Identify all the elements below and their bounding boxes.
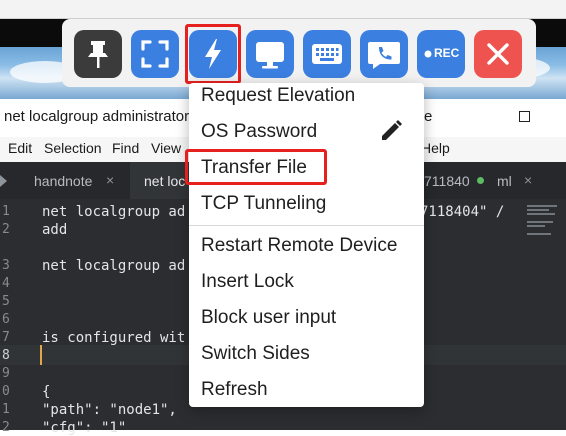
menu-edit[interactable]: Edit [8, 140, 32, 156]
text-cursor [40, 345, 42, 365]
display-button[interactable] [246, 30, 294, 78]
tab-net-localgroup[interactable]: net loc [144, 173, 185, 189]
menu-item-restart-remote-device[interactable]: Restart Remote Device [201, 235, 397, 257]
line-number: 3 [2, 258, 10, 273]
menu-item-insert-lock[interactable]: Insert Lock [201, 271, 294, 293]
window-title-tail: e [424, 108, 433, 125]
window-title: net localgroup administrators [4, 108, 197, 125]
maximize-icon[interactable] [519, 111, 530, 122]
browser-top-strip [0, 0, 566, 19]
phone-chat-icon [368, 42, 400, 69]
fullscreen-button[interactable] [131, 30, 179, 78]
code-line: "path": "node1", [42, 402, 177, 418]
line-number: 1 [2, 204, 10, 219]
close-session-button[interactable] [474, 30, 522, 78]
line-number: 4 [2, 276, 10, 291]
highlight-box [185, 24, 241, 84]
fullscreen-icon [141, 40, 169, 68]
call-button[interactable] [360, 30, 408, 78]
menu-item-os-password[interactable]: OS Password [201, 121, 317, 143]
code-line-tail: 7118404" / [420, 204, 505, 220]
tab-close-icon[interactable]: × [524, 172, 532, 188]
code-line: "cfg": "1" [42, 420, 127, 436]
code-line: net localgroup ad [42, 204, 186, 220]
keyboard-icon [312, 44, 342, 64]
tab-close-icon[interactable]: × [106, 172, 114, 188]
menu-find[interactable]: Find [112, 140, 139, 156]
code-line: { [42, 384, 51, 400]
menu-item-tcp-tunneling[interactable]: TCP Tunneling [201, 193, 326, 215]
pin-icon [88, 41, 108, 68]
line-number: 9 [2, 366, 10, 381]
unsaved-dot-icon [477, 177, 484, 184]
record-label: REC [434, 46, 460, 60]
line-number: 5 [2, 294, 10, 309]
menu-item-refresh[interactable]: Refresh [201, 379, 268, 401]
line-number: 1 [2, 402, 10, 417]
line-number: 8 [2, 348, 10, 363]
menu-selection[interactable]: Selection [44, 140, 102, 156]
line-number: 2 [2, 222, 10, 237]
line-number: 2 [2, 420, 10, 435]
menu-item-block-user-input[interactable]: Block user input [201, 307, 336, 329]
tab-handnote[interactable]: handnote [34, 173, 92, 189]
menu-divider [189, 225, 424, 226]
menu-help[interactable]: Help [421, 140, 450, 156]
record-button[interactable]: REC [417, 30, 465, 78]
code-line: add [42, 222, 68, 238]
close-icon [487, 43, 509, 65]
menu-item-request-elevation[interactable]: Request Elevation [201, 85, 355, 107]
code-line: is configured wit [42, 330, 186, 346]
highlight-box [185, 149, 327, 185]
line-number: 0 [2, 384, 10, 399]
code-line: net localgroup ad [42, 258, 186, 274]
monitor-icon [256, 42, 284, 69]
menu-view[interactable]: View [151, 140, 181, 156]
tab-scroll-left-icon[interactable] [0, 175, 7, 187]
tab-711840[interactable]: 711840 [424, 173, 470, 189]
pencil-icon[interactable] [379, 117, 405, 143]
keyboard-button[interactable] [303, 30, 351, 78]
minimap[interactable] [525, 199, 565, 430]
line-number: 7 [2, 330, 10, 345]
pin-button[interactable] [74, 30, 122, 78]
tab-ml[interactable]: ml [497, 173, 512, 189]
menu-item-switch-sides[interactable]: Switch Sides [201, 343, 310, 365]
line-number: 6 [2, 312, 10, 327]
